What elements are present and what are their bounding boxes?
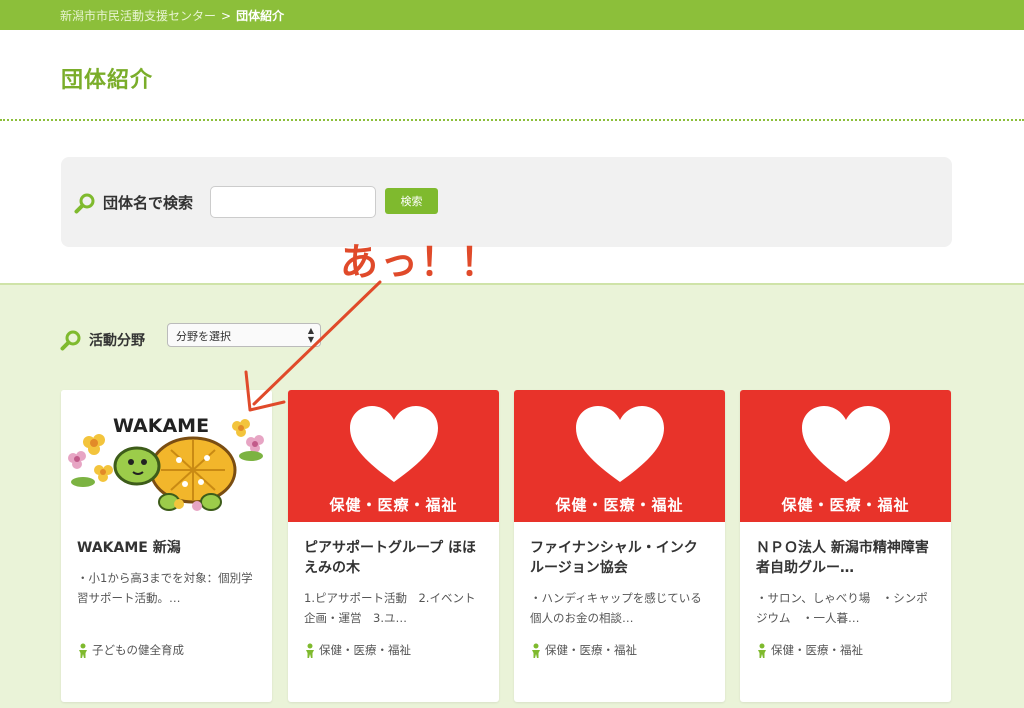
card-category: 保健・医療・福祉	[304, 642, 411, 658]
card-image: 保健・医療・福祉	[740, 390, 951, 522]
group-card[interactable]: 保健・医療・福祉 ピアサポートグループ ほほえみの木 1.ピアサポート活動 2.…	[288, 390, 499, 702]
heart-icon	[349, 406, 438, 482]
card-image-label: 保健・医療・福祉	[329, 496, 458, 514]
card-title[interactable]: ファイナンシャル・インクルージョン協会	[530, 538, 710, 578]
breadcrumb: 新潟市市民活動支援センター > 団体紹介	[60, 7, 284, 24]
select-arrows-icon: ▲ ▼	[307, 326, 314, 344]
card-category-label: 保健・医療・福祉	[771, 643, 863, 657]
wakame-logo-illustration: WAKAME	[68, 415, 264, 511]
search-icon	[74, 193, 95, 214]
card-description: 1.ピアサポート活動 2.イベント企画・運営 3.ユ…	[304, 591, 476, 625]
breadcrumb-separator: >	[221, 9, 232, 23]
card-description: ・小1から高3までを対象：個別学習サポート活動。…	[77, 571, 253, 605]
card-category: 保健・医療・福祉	[530, 642, 637, 658]
card-image: WAKAME	[61, 390, 272, 522]
card-title[interactable]: WAKAME 新潟	[77, 538, 257, 558]
page-title: 団体紹介	[61, 68, 154, 93]
person-icon	[532, 643, 540, 658]
heart-icon	[801, 406, 890, 482]
card-image: 保健・医療・福祉	[288, 390, 499, 522]
person-icon	[79, 643, 87, 658]
category-select-value: 分野を選択	[176, 330, 231, 343]
search-input[interactable]	[210, 186, 376, 218]
search-icon	[60, 330, 81, 351]
card-description: ・ハンディキャップを感じている個人のお金の相談…	[530, 591, 702, 625]
card-image-label: 保健・医療・福祉	[555, 496, 684, 514]
breadcrumb-current: 団体紹介	[236, 9, 285, 23]
search-panel: 団体名で検索 検索	[61, 157, 952, 247]
card-category-label: 保健・医療・福祉	[319, 643, 411, 657]
flower-icon	[68, 434, 113, 487]
group-card[interactable]: 保健・医療・福祉 ファイナンシャル・インクルージョン協会 ・ハンディキャップを感…	[514, 390, 725, 702]
card-category: 子どもの健全育成	[77, 642, 184, 658]
category-filter-label: 活動分野	[89, 333, 145, 349]
search-button[interactable]: 検索	[385, 188, 438, 214]
card-category-label: 子どもの健全育成	[92, 643, 184, 657]
group-card[interactable]: 保健・医療・福祉 ＮＰＯ法人 新潟市精神障害者自助グルー… ・サロン、しゃべり場…	[740, 390, 951, 702]
search-label: 団体名で検索	[103, 194, 194, 212]
card-description: ・サロン、しゃべり場 ・シンポジウム ・一人暮…	[756, 591, 928, 625]
person-icon	[758, 643, 766, 658]
top-bar: 新潟市市民活動支援センター > 団体紹介	[0, 0, 1024, 30]
person-icon	[306, 643, 314, 658]
card-image: 保健・医療・福祉	[514, 390, 725, 522]
group-card[interactable]: WAKAME WAKAME 新潟 ・小1から高3までを対象：個別学習サポート活動…	[61, 390, 272, 702]
logo-text: WAKAME	[113, 415, 209, 437]
flower-icon	[232, 419, 264, 461]
card-category-label: 保健・医療・福祉	[545, 643, 637, 657]
category-select[interactable]: 分野を選択 ▲ ▼	[167, 323, 321, 347]
card-title[interactable]: ＮＰＯ法人 新潟市精神障害者自助グルー…	[756, 538, 936, 578]
breadcrumb-home-link[interactable]: 新潟市市民活動支援センター	[60, 9, 216, 23]
card-title[interactable]: ピアサポートグループ ほほえみの木	[304, 538, 484, 578]
card-category: 保健・医療・福祉	[756, 642, 863, 658]
dotted-divider	[0, 119, 1024, 121]
card-image-label: 保健・医療・福祉	[781, 496, 910, 514]
heart-icon	[575, 406, 664, 482]
annotation-text: あっ！！	[340, 240, 501, 284]
